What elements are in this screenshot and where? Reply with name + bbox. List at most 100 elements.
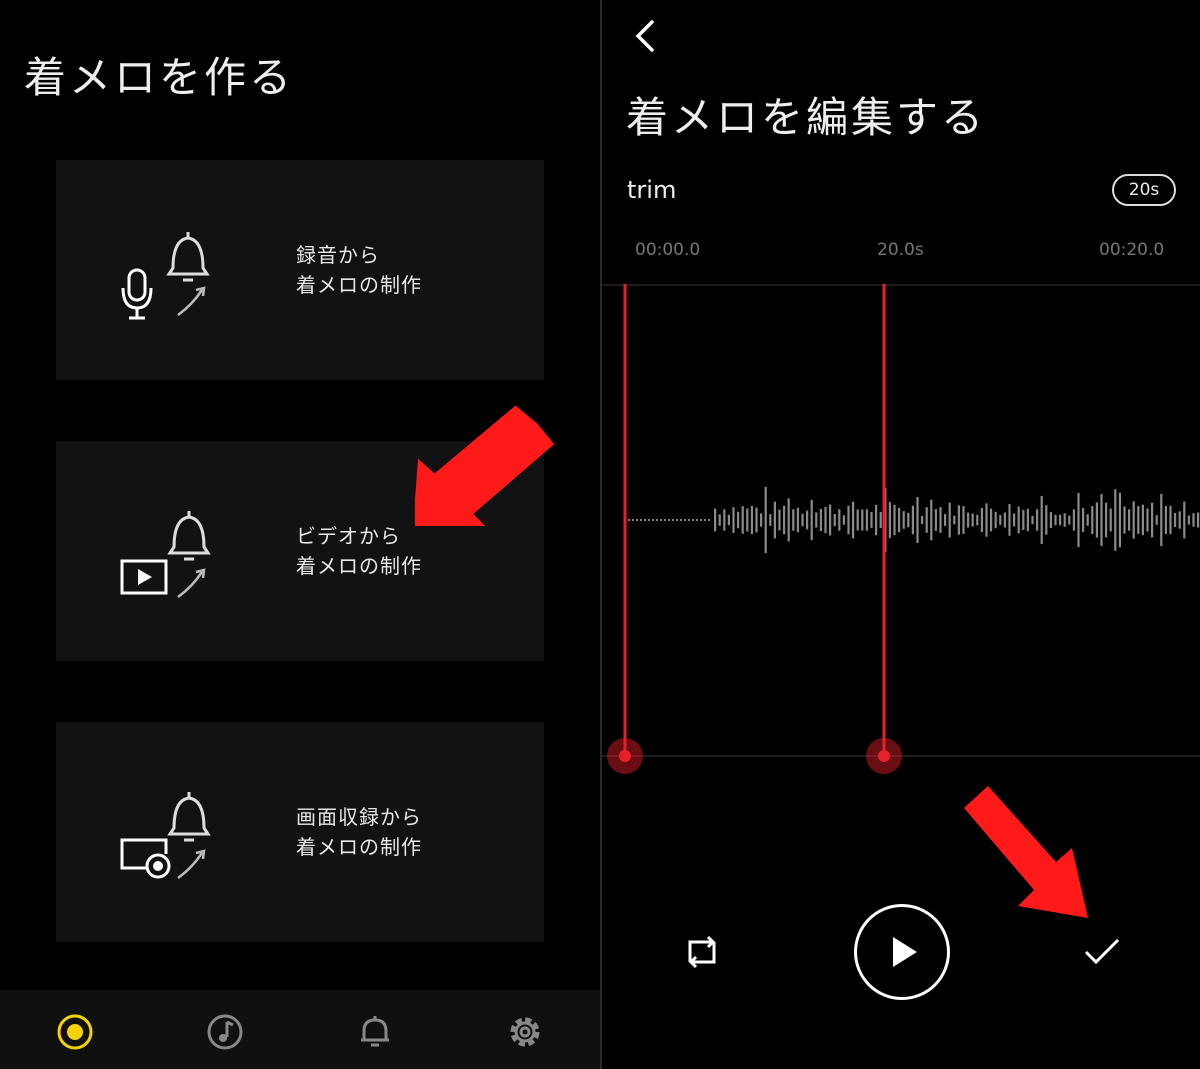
waveform-bar bbox=[842, 515, 845, 525]
create-ringtone-screen: 着メロを作る 録音から 着メロの制作 ビデオから 着メロの制作 画面収録から 着… bbox=[0, 0, 600, 1069]
waveform-dot bbox=[648, 519, 650, 521]
waveform-bar bbox=[796, 507, 799, 533]
waveform-bar bbox=[1072, 509, 1075, 531]
create-from-screen-recording-card[interactable]: 画面収録から 着メロの制作 bbox=[56, 722, 544, 942]
waveform-bar bbox=[1109, 508, 1112, 532]
waveform-dot bbox=[668, 519, 670, 521]
bell-icon[interactable] bbox=[355, 1012, 395, 1052]
waveform-bar bbox=[718, 514, 721, 526]
waveform-bar bbox=[833, 514, 836, 527]
waveform-dot bbox=[680, 519, 682, 521]
back-chevron-icon[interactable] bbox=[630, 18, 660, 54]
record-icon[interactable] bbox=[55, 1012, 95, 1052]
waveform-dot bbox=[640, 519, 642, 521]
waveform-bar bbox=[1017, 506, 1020, 534]
waveform-bar bbox=[1197, 512, 1200, 528]
waveform-bar bbox=[746, 508, 749, 532]
waveform-bar bbox=[1183, 501, 1186, 539]
waveform-bar bbox=[847, 505, 850, 535]
waveform-bar bbox=[856, 509, 859, 531]
music-note-icon[interactable] bbox=[205, 1012, 245, 1052]
waveform-dot bbox=[684, 519, 686, 521]
waveform-bar bbox=[1003, 512, 1006, 528]
waveform-bar bbox=[732, 507, 735, 533]
play-button[interactable] bbox=[854, 904, 950, 1000]
waveform-bar bbox=[944, 514, 947, 526]
waveform-bar bbox=[769, 514, 772, 526]
trim-label: trim bbox=[627, 176, 677, 204]
waveform-bar bbox=[967, 512, 970, 528]
duration-badge[interactable]: 20s bbox=[1112, 174, 1176, 206]
waveform-bar bbox=[815, 512, 818, 528]
waveform-dot bbox=[708, 519, 710, 521]
waveform-dot bbox=[632, 519, 634, 521]
waveform-dot bbox=[656, 519, 658, 521]
waveform-bar bbox=[1022, 509, 1025, 530]
waveform-bar bbox=[1040, 495, 1043, 544]
waveform-dot bbox=[652, 519, 654, 521]
waveform-bar bbox=[957, 505, 960, 535]
waveform-bar bbox=[911, 505, 914, 535]
waveform-bar bbox=[930, 499, 933, 541]
waveform-bar bbox=[1114, 489, 1117, 551]
waveform-bar bbox=[1151, 502, 1154, 538]
waveform-bar bbox=[778, 509, 781, 531]
waveform-bar bbox=[1169, 505, 1172, 535]
waveform-bar bbox=[994, 511, 997, 529]
edit-ringtone-screen: 着メロを編集する trim 20s 00:00.0 20.0s 00:20.0 bbox=[602, 0, 1200, 1069]
gear-icon[interactable] bbox=[505, 1012, 545, 1052]
loop-icon[interactable] bbox=[682, 932, 722, 976]
waveform-bar bbox=[1178, 511, 1181, 529]
waveform-bar bbox=[755, 507, 758, 533]
waveform-dot bbox=[660, 519, 662, 521]
waveform-bar bbox=[870, 512, 873, 528]
timeline-middle-label: 20.0s bbox=[877, 240, 924, 260]
waveform-bar bbox=[1155, 515, 1158, 525]
waveform-bar bbox=[1192, 513, 1195, 527]
waveform-dot bbox=[636, 519, 638, 521]
waveform-bar bbox=[727, 514, 730, 526]
timeline-end-label: 00:20.0 bbox=[1099, 240, 1165, 260]
waveform-bar bbox=[999, 515, 1002, 525]
waveform-bar bbox=[1082, 508, 1085, 532]
waveform-bar bbox=[1068, 515, 1071, 525]
waveform-bar bbox=[902, 511, 905, 529]
waveform-bar bbox=[865, 509, 868, 531]
waveform-dot bbox=[664, 519, 666, 521]
waveform-bar bbox=[934, 509, 937, 531]
waveform-bar bbox=[1128, 509, 1131, 531]
waveform-bar bbox=[1118, 492, 1121, 548]
card-label: 画面収録から 着メロの制作 bbox=[296, 805, 422, 859]
annotation-arrow bbox=[964, 786, 1088, 918]
waveform-dot bbox=[644, 519, 646, 521]
waveform-bar bbox=[1086, 514, 1089, 526]
waveform-bar bbox=[953, 515, 956, 525]
page-title: 着メロを編集する bbox=[626, 93, 987, 142]
microphone-bell-icon bbox=[116, 220, 226, 330]
waveform-bar bbox=[1091, 506, 1094, 534]
card-label: ビデオから 着メロの制作 bbox=[296, 524, 422, 578]
waveform-bar bbox=[1141, 504, 1144, 536]
waveform-bar bbox=[976, 514, 979, 526]
waveform-dot bbox=[672, 519, 674, 521]
waveform-bar bbox=[1031, 515, 1034, 525]
waveform-bar bbox=[787, 498, 790, 542]
waveform-bar bbox=[852, 501, 855, 539]
waveform-bar bbox=[764, 486, 767, 554]
waveform-dot bbox=[676, 519, 678, 521]
waveform-dot bbox=[688, 519, 690, 521]
waveform-bar bbox=[838, 509, 841, 531]
waveform-bar bbox=[783, 505, 786, 535]
waveform-bar bbox=[760, 513, 763, 527]
waveform-bar bbox=[925, 507, 928, 533]
waveform-bar bbox=[792, 509, 795, 531]
waveform-dot bbox=[696, 519, 698, 521]
waveform-bar bbox=[1095, 502, 1098, 538]
waveform-bar bbox=[1077, 492, 1080, 548]
waveform-bar bbox=[750, 505, 753, 535]
waveform-bar bbox=[1049, 512, 1052, 528]
check-icon[interactable] bbox=[1082, 934, 1122, 974]
waveform-bar bbox=[1045, 505, 1048, 535]
create-from-recording-card[interactable]: 録音から 着メロの制作 bbox=[56, 160, 544, 380]
waveform-bar bbox=[819, 508, 822, 531]
